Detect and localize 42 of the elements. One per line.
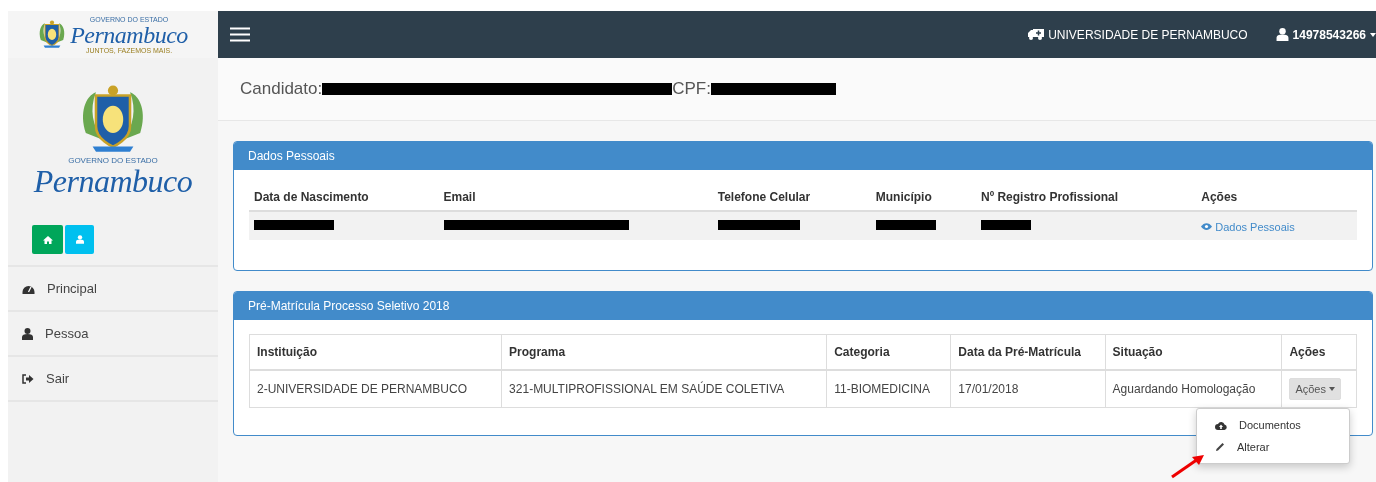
coat-of-arms-icon [38,19,67,50]
caret-icon [1370,32,1376,37]
user-icon [22,327,33,340]
redaction-bar [875,220,936,230]
profile-button[interactable] [65,225,94,254]
caret-icon [1328,387,1335,391]
menu-item[interactable]: Alterar [1197,436,1349,458]
table-cell: 2-UNIVERSIDADE DE PERNAMBUCO [249,370,502,408]
column-header: Programa [501,334,827,370]
candidate-label: Candidato: [240,79,323,99]
panel-header: Dados Pessoais [234,142,1372,170]
pencil-icon [1215,442,1225,452]
column-header: Ações [1281,334,1357,370]
eye-icon [1201,223,1213,230]
column-header: Situação [1105,334,1282,370]
user-menu[interactable]: 14978543266 [1275,27,1376,42]
cloud-upload-icon [1215,420,1227,430]
panel-header: Pré-Matrícula Processo Seletivo 2018 [234,292,1372,320]
table-cell: Aguardando Homologação [1105,370,1282,408]
ambulance-icon [1028,29,1045,40]
logo-name: Pernambuco [33,164,193,197]
brand-name: Pernambuco [70,22,188,47]
logout-icon [22,373,34,384]
column-header: Instituição [249,334,502,370]
redaction-bar [981,220,1032,230]
institution-label: UNIVERSIDADE DE PERNAMBUCO [1028,27,1248,42]
table-cell: 321-MULTIPROFISSIONAL EM SAÚDE COLETIVA [501,370,827,408]
pointer-arrow [1170,453,1206,479]
home-button[interactable] [32,225,63,254]
table-cell: 11-BIOMEDICINA [826,370,951,408]
actions-dropdown[interactable]: Ações [1289,378,1341,400]
logo-caption: GOVERNO DO ESTADO [68,156,158,165]
menu-icon[interactable] [230,27,250,42]
column-header: Data da Pré-Matrícula [950,334,1106,370]
dashboard-icon [22,283,35,294]
column-header: Categoria [826,334,951,370]
user-icon [1275,28,1289,41]
user-icon [75,235,84,244]
home-icon [42,235,53,244]
menu-item[interactable]: Documentos [1197,414,1349,436]
cpf-label: CPF: [672,79,711,99]
table-cell: 17/01/2018 [950,370,1106,408]
